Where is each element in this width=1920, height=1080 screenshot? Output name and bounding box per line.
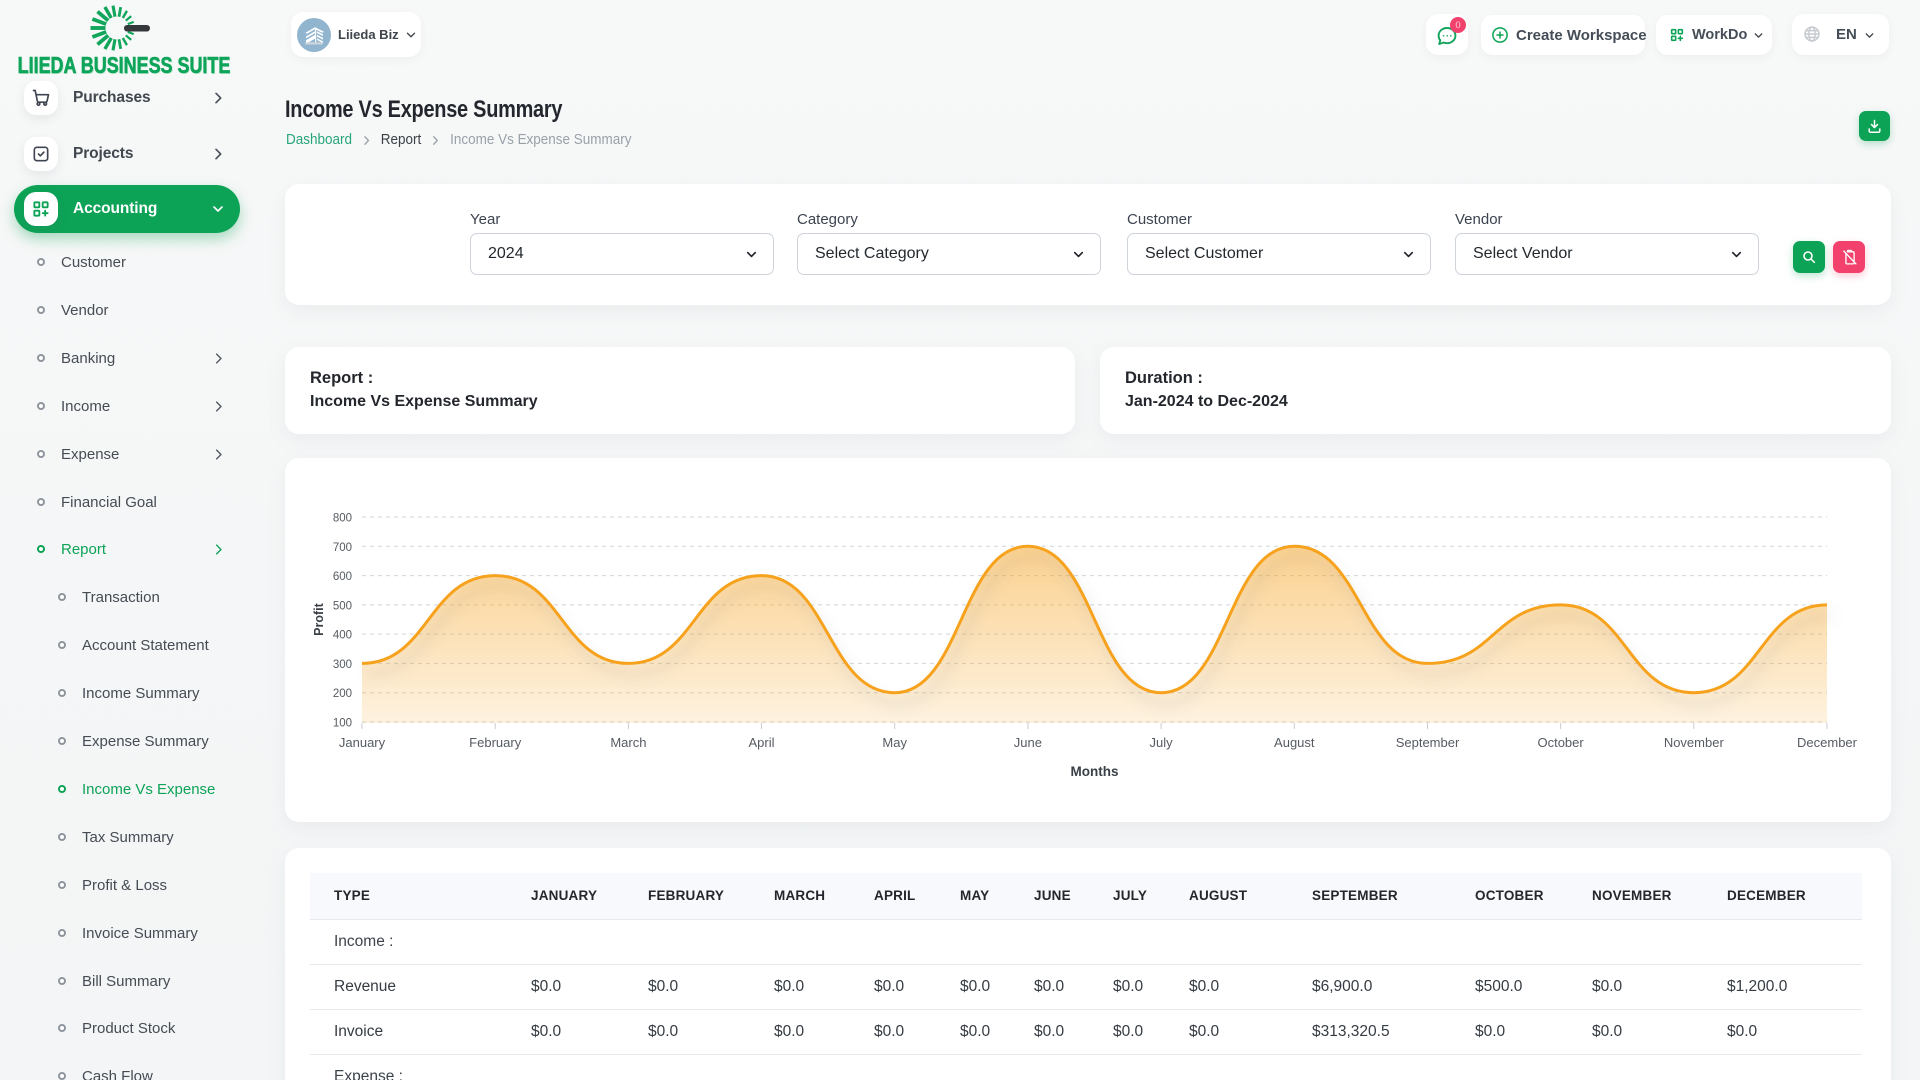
svg-text:May: May	[882, 735, 907, 750]
svg-text:October: October	[1537, 735, 1584, 750]
svg-text:100: 100	[333, 718, 352, 730]
svg-text:January: January	[339, 735, 386, 750]
svg-text:500: 500	[333, 600, 352, 612]
svg-text:November: November	[1664, 735, 1725, 750]
svg-text:800: 800	[333, 513, 352, 525]
svg-text:400: 400	[333, 630, 352, 642]
svg-text:Profit: Profit	[312, 602, 326, 635]
svg-text:December: December	[1797, 735, 1858, 750]
svg-text:September: September	[1396, 735, 1460, 750]
svg-text:June: June	[1014, 735, 1042, 750]
svg-text:February: February	[469, 735, 522, 750]
svg-text:Months: Months	[1071, 764, 1119, 779]
svg-text:July: July	[1150, 735, 1174, 750]
svg-text:300: 300	[333, 659, 352, 671]
svg-text:200: 200	[333, 688, 352, 700]
svg-text:700: 700	[333, 542, 352, 554]
svg-text:600: 600	[333, 571, 352, 583]
svg-text:April: April	[748, 735, 774, 750]
svg-text:March: March	[610, 735, 646, 750]
svg-text:August: August	[1274, 735, 1315, 750]
